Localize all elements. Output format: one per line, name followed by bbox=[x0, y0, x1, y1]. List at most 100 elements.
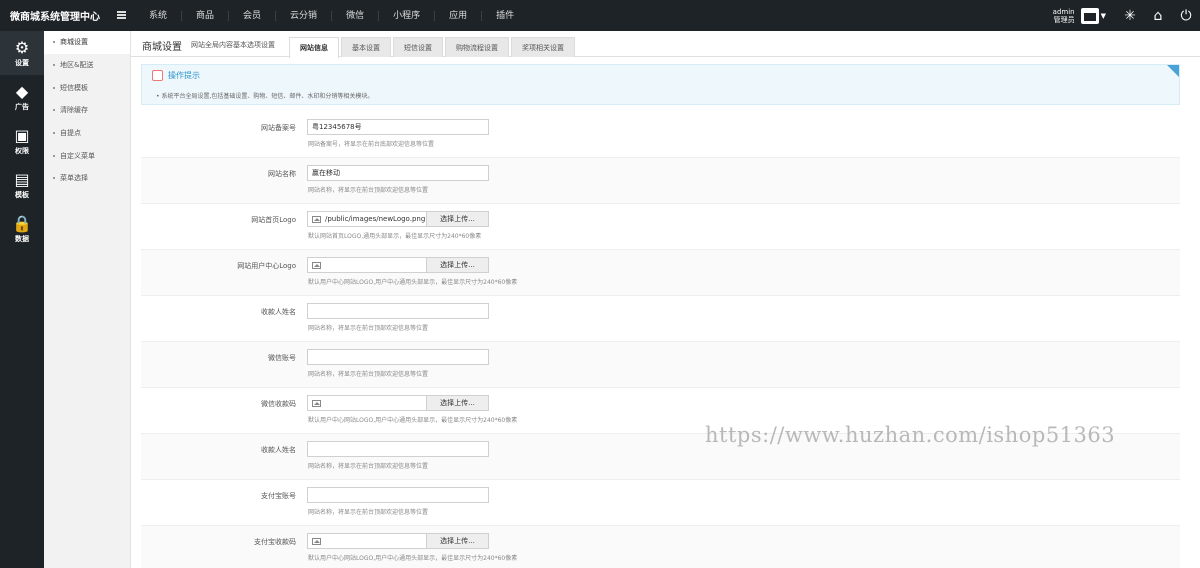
diamond-icon: ◆ bbox=[15, 81, 29, 101]
field-label: 支付宝账号 bbox=[261, 492, 296, 500]
operation-tip: 操作提示 • 系统平台全局设置,包括基础设置、购物、短信、邮件、水印和分销等相关… bbox=[141, 64, 1180, 105]
menu-toggle-icon[interactable] bbox=[117, 11, 126, 19]
file-path[interactable] bbox=[308, 396, 426, 410]
bullet-icon bbox=[53, 109, 55, 112]
field-hint: 默认用户中心网站LOGO,用户中心通用头部显示，最佳显示尺寸为240*60像素 bbox=[308, 417, 518, 424]
nav-item-mini-program[interactable]: 小程序 bbox=[379, 10, 436, 21]
submenu-label: 短信模板 bbox=[60, 83, 88, 92]
power-icon[interactable]: ⏻ bbox=[1172, 8, 1200, 24]
nav-item-plugins[interactable]: 插件 bbox=[482, 11, 528, 21]
upload-button[interactable]: 选择上传... bbox=[426, 258, 488, 272]
submenu-item-region-delivery[interactable]: 地区&配送 bbox=[44, 54, 130, 77]
tabs: 网站信息 基本设置 短信设置 购物流程设置 奖项相关设置 bbox=[289, 37, 577, 58]
image-icon bbox=[312, 215, 321, 223]
home-logo-upload: /public/images/newLogo.png 选择上传... bbox=[307, 211, 489, 227]
submenu-label: 自定义菜单 bbox=[60, 151, 95, 160]
form-row: 网站名称 网站名称，将显示在前台顶部欢迎信息等位置 bbox=[141, 158, 1180, 204]
tab-award-settings[interactable]: 奖项相关设置 bbox=[511, 37, 575, 57]
submenu-item-mall-settings[interactable]: 商城设置 bbox=[44, 31, 130, 54]
tip-title-text: 操作提示 bbox=[168, 71, 200, 80]
top-bar: 微商城系统管理中心 系统 商品 会员 云分销 微信 小程序 应用 插件 admi… bbox=[0, 0, 1200, 31]
field-label: 收款人姓名 bbox=[261, 308, 296, 316]
upload-button[interactable]: 选择上传... bbox=[426, 396, 488, 410]
file-path[interactable] bbox=[308, 258, 426, 272]
form-row: 网站首页Logo /public/images/newLogo.png 选择上传… bbox=[141, 204, 1180, 250]
field-hint: 默认网站首页LOGO,通用头部显示，最佳显示尺寸为240*60像素 bbox=[308, 233, 482, 240]
submenu-label: 菜单选择 bbox=[60, 174, 88, 183]
form-row: 支付宝收款码 选择上传... 默认用户中心网站LOGO,用户中心通用头部显示，最… bbox=[141, 526, 1180, 568]
payee-name-input[interactable] bbox=[307, 303, 489, 319]
bullet-icon bbox=[53, 64, 55, 67]
collapse-corner-icon[interactable] bbox=[1167, 65, 1179, 77]
submenu-label: 自提点 bbox=[60, 129, 81, 138]
submenu-item-custom-menu[interactable]: 自定义菜单 bbox=[44, 144, 130, 167]
sidebar-item-data[interactable]: 🔒 数据 bbox=[0, 207, 44, 251]
form-row: 微信账号 网站名称，将显示在前台顶部欢迎信息等位置 bbox=[141, 342, 1180, 388]
submenu-item-clear-cache[interactable]: 清除缓存 bbox=[44, 99, 130, 122]
wechat-account-input[interactable] bbox=[307, 349, 489, 365]
bullet-icon bbox=[53, 132, 55, 135]
bullet-icon bbox=[53, 86, 55, 89]
nav-item-members[interactable]: 会员 bbox=[229, 10, 277, 21]
tab-basic-settings[interactable]: 基本设置 bbox=[341, 37, 391, 57]
submenu-item-menu-select[interactable]: 菜单选择 bbox=[44, 167, 130, 190]
form-row: 网站用户中心Logo 选择上传... 默认用户中心网站LOGO,用户中心通用头部… bbox=[141, 250, 1180, 296]
nav-item-cloud-distribution[interactable]: 云分销 bbox=[276, 10, 333, 21]
admin-name: admin bbox=[1052, 7, 1075, 16]
field-hint: 网站名称，将显示在前台顶部欢迎信息等位置 bbox=[308, 509, 429, 516]
sidebar-item-label: 权限 bbox=[15, 146, 29, 155]
nav-item-wechat[interactable]: 微信 bbox=[332, 10, 380, 21]
submenu-item-sms-templates[interactable]: 短信模板 bbox=[44, 76, 130, 99]
upload-button[interactable]: 选择上传... bbox=[426, 534, 488, 548]
file-path[interactable]: /public/images/newLogo.png bbox=[308, 212, 426, 226]
upload-button[interactable]: 选择上传... bbox=[426, 212, 488, 226]
nav-item-goods[interactable]: 商品 bbox=[182, 10, 230, 21]
home-icon[interactable]: ⌂ bbox=[1144, 8, 1172, 24]
sidebar-item-templates[interactable]: ▤ 模板 bbox=[0, 163, 44, 207]
image-icon bbox=[312, 399, 321, 407]
alipay-account-input[interactable] bbox=[307, 487, 489, 503]
bullet-icon bbox=[53, 41, 55, 44]
field-label: 网站首页Logo bbox=[251, 216, 296, 224]
sidebar-item-settings[interactable]: ⚙ 设置 bbox=[0, 31, 44, 75]
tip-text: • 系统平台全局设置,包括基础设置、购物、短信、邮件、水印和分销等相关模块。 bbox=[156, 93, 374, 100]
field-hint: 网站名称，将显示在前台顶部欢迎信息等位置 bbox=[308, 187, 429, 194]
submenu-label: 清除缓存 bbox=[60, 106, 88, 115]
image-icon bbox=[312, 261, 321, 269]
hand-pointer-icon bbox=[152, 70, 163, 81]
calendar-icon[interactable] bbox=[1080, 7, 1099, 24]
field-hint: 默认用户中心网站LOGO,用户中心通用头部显示，最佳显示尺寸为240*60像素 bbox=[308, 555, 518, 562]
nav-item-system[interactable]: 系统 bbox=[135, 10, 183, 21]
tab-sms-settings[interactable]: 短信设置 bbox=[393, 37, 443, 57]
document-icon: ▤ bbox=[14, 169, 30, 189]
form-row: 收款人姓名 网站名称，将显示在前台顶部欢迎信息等位置 bbox=[141, 296, 1180, 342]
gear-icon: ⚙ bbox=[14, 37, 30, 57]
sidebar-item-permissions[interactable]: ▣ 权限 bbox=[0, 119, 44, 163]
sidebar-item-ads[interactable]: ◆ 广告 bbox=[0, 75, 44, 119]
sidebar-item-label: 数据 bbox=[15, 234, 29, 243]
tab-shopping-flow-settings[interactable]: 购物流程设置 bbox=[445, 37, 509, 57]
watermark: https://www.huzhan.com/ishop51363 bbox=[705, 423, 1116, 447]
user-center-logo-upload: 选择上传... bbox=[307, 257, 489, 273]
nav-item-apps[interactable]: 应用 bbox=[435, 10, 483, 21]
page-title: 商城设置 bbox=[142, 42, 182, 53]
field-label: 网站名称 bbox=[268, 170, 296, 178]
file-path[interactable] bbox=[308, 534, 426, 548]
field-label: 网站备案号 bbox=[261, 124, 296, 132]
admin-info[interactable]: admin 管理员 bbox=[1053, 8, 1075, 24]
site-name-input[interactable] bbox=[307, 165, 489, 181]
chevron-down-icon[interactable]: ▼ bbox=[1101, 12, 1106, 20]
form-row: 支付宝账号 网站名称，将显示在前台顶部欢迎信息等位置 bbox=[141, 480, 1180, 526]
field-hint: 网站名称，将显示在前台顶部欢迎信息等位置 bbox=[308, 463, 429, 470]
sitemap-icon[interactable]: ✳ bbox=[1116, 8, 1144, 24]
icp-number-input[interactable] bbox=[307, 119, 489, 135]
brand-title: 微商城系统管理中心 bbox=[10, 12, 100, 23]
field-label: 微信收款码 bbox=[261, 400, 296, 408]
payee-name-input-2[interactable] bbox=[307, 441, 489, 457]
field-hint: 网站名称，将显示在前台顶部欢迎信息等位置 bbox=[308, 371, 429, 378]
submenu-label: 地区&配送 bbox=[60, 61, 94, 70]
submenu-label: 商城设置 bbox=[60, 38, 88, 47]
bullet-icon bbox=[53, 177, 55, 180]
submenu-item-pickup-points[interactable]: 自提点 bbox=[44, 122, 130, 145]
tab-site-info[interactable]: 网站信息 bbox=[289, 37, 339, 58]
